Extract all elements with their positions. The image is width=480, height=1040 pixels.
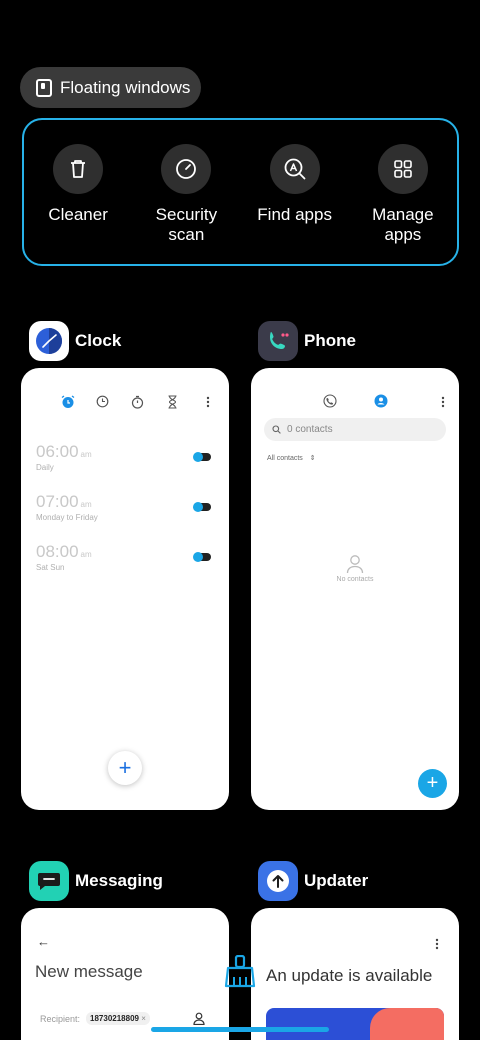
alarm-ampm: am [80, 550, 92, 559]
update-available-title: An update is available [266, 966, 433, 985]
alarm-item[interactable]: 07:00 am Monday to Friday [36, 492, 98, 522]
messaging-recent-card[interactable]: ← New message Recipient: 18730218809 × [21, 908, 229, 1040]
add-contact-button[interactable]: + [418, 769, 447, 798]
alarm-time: 07:00 [36, 492, 79, 511]
contacts-tab-icon[interactable] [374, 394, 388, 413]
home-indicator-bar[interactable] [151, 1027, 329, 1032]
clock-app-icon [29, 321, 69, 361]
cleaner-label: Cleaner [48, 205, 108, 224]
manage-apps-label: Manage apps [372, 205, 434, 244]
alarm-ampm: am [80, 500, 92, 509]
back-arrow-icon[interactable]: ← [37, 934, 50, 949]
recipient-field[interactable]: Recipient: 18730218809 × [40, 1012, 150, 1025]
security-scan-label: Security scan [155, 205, 218, 244]
find-apps-label: Find apps [257, 205, 332, 224]
alarm-item[interactable]: 08:00 am Sat Sun [36, 542, 92, 572]
alarm-ampm: am [80, 450, 92, 459]
empty-contacts: No contacts [251, 554, 459, 583]
phone-tabs [321, 394, 445, 413]
floating-windows-button[interactable]: Floating windows [20, 67, 201, 108]
quick-tools-panel: Cleaner Security scan Find apps Manage a… [22, 118, 459, 266]
filter-label: All contacts [267, 455, 303, 462]
more-options-icon[interactable] [200, 394, 215, 409]
updater-recent-card[interactable]: An update is available [251, 908, 459, 1040]
trash-icon [53, 144, 104, 194]
alarm-repeat: Sat Sun [36, 563, 65, 572]
more-options-icon[interactable] [435, 937, 439, 955]
phone-app-icon [258, 321, 298, 361]
alarm-time: 06:00 [36, 442, 79, 461]
more-options-icon[interactable] [441, 395, 445, 413]
grid-icon [377, 144, 428, 194]
updater-app-header[interactable]: Updater [258, 861, 368, 901]
recipient-chip[interactable]: 18730218809 × [86, 1012, 150, 1025]
alarm-toggle[interactable] [193, 452, 211, 462]
new-message-title: New message [35, 962, 143, 981]
update-banner-image [266, 1008, 444, 1040]
contacts-filter-dropdown[interactable]: All contacts ⇕ [267, 454, 316, 462]
sort-arrows-icon: ⇕ [309, 455, 316, 462]
clock-app-name: Clock [75, 331, 122, 350]
cleaner-button[interactable]: Cleaner [28, 144, 128, 264]
search-icon [272, 425, 281, 434]
clear-all-broom-icon[interactable] [224, 954, 256, 994]
person-icon [346, 555, 364, 574]
search-placeholder: 0 contacts [287, 424, 333, 435]
updater-app-name: Updater [304, 871, 369, 890]
clock-tab-icon[interactable] [95, 394, 110, 409]
add-alarm-button[interactable]: + [108, 751, 142, 785]
contacts-search-input[interactable]: 0 contacts [264, 418, 446, 441]
alarm-toggle[interactable] [193, 552, 211, 562]
phone-app-header[interactable]: Phone [258, 321, 356, 361]
clock-recent-card[interactable]: 06:00 am Daily 07:00 am Monday to Friday 0… [21, 368, 229, 810]
security-scan-button[interactable]: Security scan [136, 144, 236, 264]
call-log-tab-icon[interactable] [323, 394, 337, 413]
clock-tabs [60, 394, 215, 409]
manage-apps-button[interactable]: Manage apps [353, 144, 453, 264]
alarm-repeat: Monday to Friday [36, 513, 98, 522]
timer-tab-icon[interactable] [165, 394, 180, 409]
stopwatch-tab-icon[interactable] [130, 394, 145, 409]
no-contacts-label: No contacts [336, 576, 374, 583]
recipient-number: 18730218809 [90, 1014, 139, 1023]
alarm-item[interactable]: 06:00 am Daily [36, 442, 92, 472]
phone-recent-card[interactable]: 0 contacts All contacts ⇕ No contacts + [251, 368, 459, 810]
clock-app-header[interactable]: Clock [29, 321, 121, 361]
messaging-app-header[interactable]: Messaging [29, 861, 163, 901]
messaging-app-name: Messaging [75, 871, 163, 890]
updater-app-icon [258, 861, 298, 901]
find-apps-button[interactable]: Find apps [245, 144, 345, 264]
alarm-time: 08:00 [36, 542, 79, 561]
floating-window-icon [36, 78, 52, 97]
alarm-repeat: Daily [36, 463, 54, 472]
recipient-label: Recipient: [40, 1013, 81, 1024]
floating-windows-label: Floating windows [60, 77, 191, 97]
messaging-app-icon [29, 861, 69, 901]
speedometer-icon [161, 144, 212, 194]
find-apps-icon [269, 144, 320, 194]
alarm-toggle[interactable] [193, 502, 211, 512]
alarm-tab-icon[interactable] [60, 394, 75, 409]
phone-app-name: Phone [304, 331, 356, 350]
remove-recipient-icon[interactable]: × [141, 1014, 146, 1023]
